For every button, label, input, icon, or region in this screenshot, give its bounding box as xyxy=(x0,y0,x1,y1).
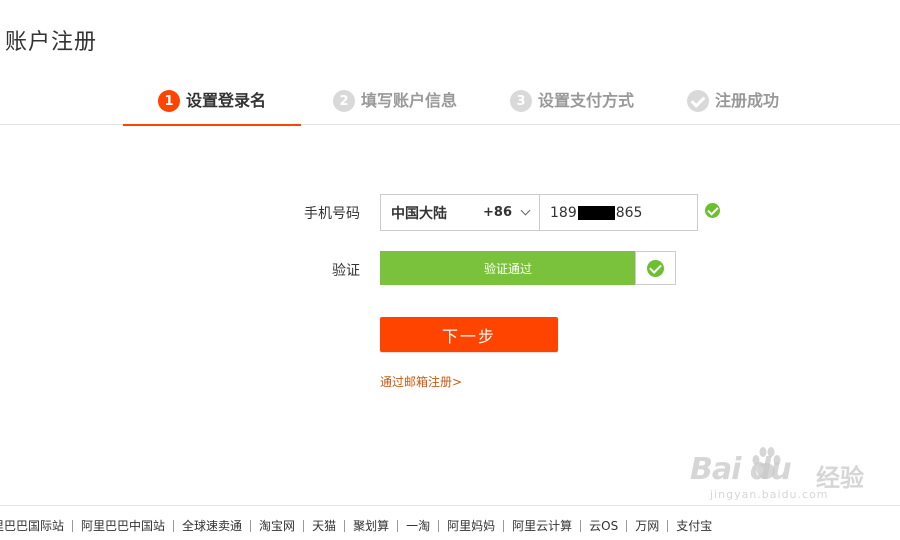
country-code: +86 xyxy=(483,205,512,220)
step-1-number: 1 xyxy=(157,90,180,112)
verify-slider-bar[interactable]: 验证通过 xyxy=(380,251,636,285)
verify-label: 验证 xyxy=(332,263,360,279)
step-2-label: 填写账户信息 xyxy=(360,91,457,110)
paw-icon xyxy=(752,447,781,479)
country-name: 中国大陆 xyxy=(391,205,447,222)
phone-valid-check-icon xyxy=(705,203,720,218)
next-step-button[interactable]: 下一步 xyxy=(380,317,558,352)
footer-link[interactable]: 万网 xyxy=(626,520,667,532)
step-3-label: 设置支付方式 xyxy=(537,91,634,110)
email-register-link[interactable]: 通过邮箱注册> xyxy=(380,373,462,390)
step-3-number: 3 xyxy=(509,90,532,112)
watermark-url: jingyan.baidu.com xyxy=(710,488,829,501)
footer-link[interactable]: 淘宝网 xyxy=(250,520,303,532)
step-1-label: 设置登录名 xyxy=(185,91,266,110)
page-title: 账户注册 xyxy=(5,30,98,55)
footer-link[interactable]: 全球速卖通 xyxy=(173,520,250,532)
step-4-label: 注册成功 xyxy=(714,91,779,110)
country-select[interactable]: 中国大陆 +86 xyxy=(380,194,540,231)
footer-link[interactable]: 聚划算 xyxy=(344,520,397,532)
verify-slider-handle[interactable] xyxy=(635,251,676,285)
footer-link[interactable]: 云OS xyxy=(580,520,626,532)
phone-prefix: 189 xyxy=(550,204,577,221)
verified-check-icon xyxy=(647,260,664,277)
footer-link[interactable]: 阿里妈妈 xyxy=(438,520,503,532)
step-progress-bar: 1 设置登录名 2 填写账户信息 3 设置支付方式 注册成功 xyxy=(0,80,900,126)
redaction-mask xyxy=(577,205,615,220)
step-2: 2 填写账户信息 xyxy=(320,90,470,125)
chevron-down-icon xyxy=(520,205,531,216)
phone-input[interactable]: 189 865 xyxy=(539,194,698,231)
phone-suffix: 865 xyxy=(615,204,643,221)
check-circle-icon xyxy=(686,90,709,112)
footer-link[interactable]: 一淘 xyxy=(397,520,438,532)
step-3: 3 设置支付方式 xyxy=(497,90,647,125)
footer-divider xyxy=(0,505,900,506)
footer-link[interactable]: 阿里巴巴中国站 xyxy=(72,520,173,532)
step-1: 1 设置登录名 xyxy=(123,90,301,126)
step-4: 注册成功 xyxy=(673,90,793,125)
footer-link[interactable]: 天猫 xyxy=(303,520,344,532)
footer-links: 里巴巴国际站阿里巴巴中国站全球速卖通淘宝网天猫聚划算一淘阿里妈妈阿里云计算云OS… xyxy=(0,519,900,539)
footer-link[interactable]: 阿里云计算 xyxy=(503,520,580,532)
watermark: Bai du 经验 jingyan.baidu.com xyxy=(690,447,890,508)
footer-link[interactable]: 支付宝 xyxy=(667,520,720,532)
phone-label: 手机号码 xyxy=(304,206,360,222)
footer-link[interactable]: 里巴巴国际站 xyxy=(0,520,72,532)
step-2-number: 2 xyxy=(332,90,355,112)
